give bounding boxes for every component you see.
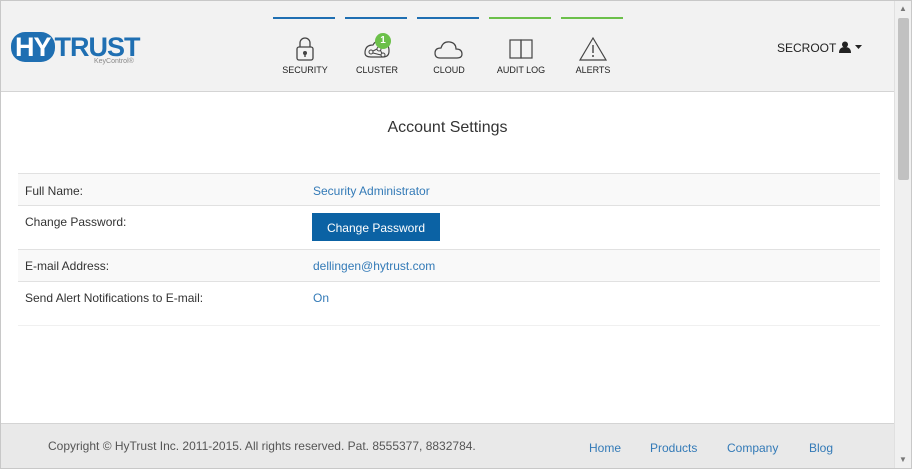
footer-link-blog[interactable]: Blog (809, 441, 833, 455)
logo-hy: HY (11, 32, 55, 62)
row-alert-notifications: Send Alert Notifications to E-mail: On (18, 281, 880, 326)
full-name-value: Security Administrator (313, 184, 430, 198)
row-full-name: Full Name: Security Administrator (18, 173, 880, 205)
email-label: E-mail Address: (25, 259, 110, 273)
user-menu[interactable]: SECROOT (777, 41, 862, 55)
footer: Copyright © HyTrust Inc. 2011-2015. All … (1, 423, 894, 468)
main-nav: SECURITY 1 CLUSTER CLOUD AUDIT LOG ALERT… (273, 17, 633, 87)
lock-icon (296, 37, 314, 61)
nav-alerts-bar (561, 17, 623, 19)
nav-security-label: SECURITY (282, 65, 328, 75)
nav-security[interactable]: SECURITY (273, 17, 337, 83)
scroll-down-icon[interactable]: ▼ (899, 455, 907, 464)
row-email: E-mail Address: dellingen@hytrust.com (18, 249, 880, 281)
footer-link-products[interactable]: Products (650, 441, 697, 455)
scroll-up-icon[interactable]: ▲ (899, 4, 907, 13)
nav-alerts[interactable]: ALERTS (561, 17, 625, 83)
nav-audit-log[interactable]: AUDIT LOG (489, 17, 553, 83)
logo-subtitle: KeyControl® (94, 58, 134, 65)
nav-cloud[interactable]: CLOUD (417, 17, 481, 83)
user-name: SECROOT (777, 41, 837, 55)
alert-notifications-label: Send Alert Notifications to E-mail: (25, 291, 204, 305)
nav-cluster-label: CLUSTER (355, 65, 398, 75)
hytrust-logo[interactable]: HY TRUST KeyControl® (11, 31, 151, 71)
vertical-scrollbar[interactable]: ▲ ▼ (894, 1, 911, 468)
nav-security-bar (273, 17, 335, 19)
email-value[interactable]: dellingen@hytrust.com (313, 259, 435, 273)
cluster-badge: 1 (375, 33, 391, 49)
nav-audit-log-bar (489, 17, 551, 19)
change-password-label: Change Password: (25, 215, 127, 229)
footer-link-company[interactable]: Company (727, 441, 778, 455)
browser-frame: HY TRUST KeyControl® SECURITY 1 CLUSTER … (0, 0, 912, 469)
nav-audit-log-label: AUDIT LOG (496, 65, 546, 75)
alert-notifications-value[interactable]: On (313, 291, 329, 305)
copyright-text: Copyright © HyTrust Inc. 2011-2015. All … (48, 439, 476, 453)
nav-cloud-label: CLOUD (433, 65, 465, 75)
user-icon (839, 41, 852, 53)
change-password-button[interactable]: Change Password (312, 213, 440, 241)
settings-table: Full Name: Security Administrator Change… (18, 173, 880, 326)
warning-icon (578, 36, 608, 61)
cloud-icon (434, 41, 463, 59)
nav-cluster[interactable]: 1 CLUSTER (345, 17, 409, 83)
scrollbar-thumb[interactable] (898, 18, 909, 180)
caret-down-icon (854, 45, 862, 49)
full-name-label: Full Name: (25, 184, 84, 198)
page-title: Account Settings (387, 119, 508, 136)
top-header: HY TRUST KeyControl® SECURITY 1 CLUSTER … (1, 1, 894, 92)
nav-cluster-bar (345, 17, 407, 19)
footer-link-home[interactable]: Home (589, 441, 621, 455)
nav-cloud-bar (417, 17, 479, 19)
row-change-password: Change Password: Change Password (18, 205, 880, 249)
nav-alerts-label: ALERTS (575, 65, 611, 75)
book-icon (509, 39, 533, 59)
